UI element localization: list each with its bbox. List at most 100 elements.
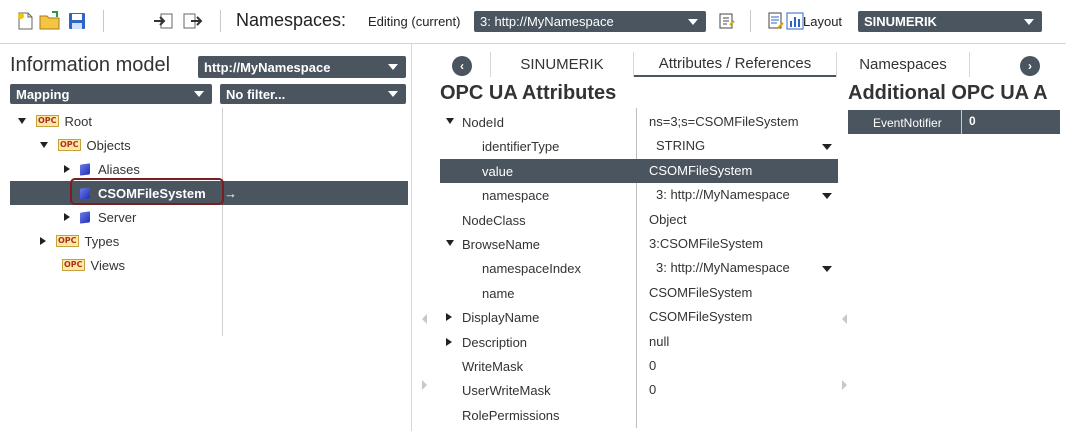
attribute-row[interactable]: RolePermissions xyxy=(440,403,838,427)
information-model-title: Information model xyxy=(10,54,171,76)
attribute-row[interactable]: Description null xyxy=(440,330,838,354)
collapse-triangle-icon[interactable] xyxy=(40,237,46,245)
tab-label: SINUMERIK xyxy=(520,56,604,73)
chevron-down-icon xyxy=(388,91,398,97)
tree-item-objects[interactable]: OPC Objects xyxy=(10,133,408,157)
attribute-value: CSOMFileSystem xyxy=(649,163,753,178)
collapse-triangle-icon[interactable] xyxy=(64,165,70,173)
attribute-row[interactable]: WriteMask 0 xyxy=(440,354,838,378)
selection-outline xyxy=(70,178,224,205)
tree-item-label: Root xyxy=(64,113,93,129)
attribute-row[interactable]: namespaceIndex 3: http://MyNamespace xyxy=(440,256,838,280)
layout-label[interactable]: Layout xyxy=(803,14,842,29)
open-folder-icon[interactable] xyxy=(37,8,63,34)
tree-item-label: Types xyxy=(84,233,120,249)
right-arrow-icon[interactable] xyxy=(422,380,427,390)
expand-triangle-icon[interactable] xyxy=(446,240,454,246)
attribute-value: 0 xyxy=(649,358,657,373)
opc-icon: OPC xyxy=(58,139,81,151)
tabs-next-button[interactable]: › xyxy=(1020,56,1040,76)
tab-namespaces[interactable]: Namespaces xyxy=(837,52,969,77)
opc-icon: OPC xyxy=(62,259,85,271)
attribute-name: identifierType xyxy=(482,139,560,154)
tab-label: Attributes / References xyxy=(658,55,812,72)
attribute-value: 3:CSOMFileSystem xyxy=(649,236,764,251)
collapse-triangle-icon[interactable] xyxy=(64,213,70,221)
namespace-select[interactable]: 3: http://MyNamespace xyxy=(474,11,706,32)
new-file-icon[interactable] xyxy=(12,8,38,34)
chevron-down-icon[interactable] xyxy=(822,193,832,199)
attribute-name: WriteMask xyxy=(462,359,524,374)
attribute-name: RolePermissions xyxy=(462,408,560,423)
mapping-select-value: Mapping xyxy=(16,86,70,102)
chevron-down-icon xyxy=(388,64,398,70)
attribute-value: 0 xyxy=(649,382,657,397)
expand-triangle-icon[interactable] xyxy=(446,118,454,124)
arrow-right-icon: → xyxy=(224,185,237,201)
edit-namespace-icon[interactable] xyxy=(714,8,740,34)
attribute-value: Object xyxy=(649,212,687,227)
tree-item-label: Views xyxy=(90,257,125,273)
attribute-name: NodeId xyxy=(462,115,504,130)
attribute-name: NodeClass xyxy=(462,213,526,228)
chevron-down-icon xyxy=(688,18,698,25)
tree-item-views[interactable]: OPC Views xyxy=(10,253,408,277)
tree-item-root[interactable]: OPC Root xyxy=(10,109,408,133)
right-arrow-icon[interactable] xyxy=(842,380,847,390)
cube-icon xyxy=(80,162,90,176)
tree-item-server[interactable]: Server xyxy=(10,205,408,229)
attribute-name: UserWriteMask xyxy=(462,383,551,398)
expand-triangle-icon[interactable] xyxy=(40,142,48,148)
tab-attributes-references[interactable]: Attributes / References xyxy=(634,52,836,77)
tree-item-label: Objects xyxy=(86,137,131,153)
save-icon[interactable] xyxy=(64,8,90,34)
expand-triangle-icon[interactable] xyxy=(18,118,26,124)
chevron-down-icon[interactable] xyxy=(822,144,832,150)
attribute-name: DisplayName xyxy=(462,310,540,325)
model-select[interactable]: http://MyNamespace xyxy=(198,56,406,78)
attribute-value[interactable]: 3: http://MyNamespace xyxy=(656,187,790,202)
attribute-row[interactable]: name CSOMFileSystem xyxy=(440,281,838,305)
tab-sinumerik[interactable]: SINUMERIK xyxy=(491,52,633,77)
attribute-row[interactable]: value CSOMFileSystem xyxy=(440,159,838,183)
attribute-value: CSOMFileSystem xyxy=(649,285,753,300)
attribute-value[interactable]: STRING xyxy=(656,138,705,153)
attribute-row[interactable]: NodeClass Object xyxy=(440,208,838,232)
attribute-row[interactable]: UserWriteMask 0 xyxy=(440,378,838,402)
tree-item-label: Server xyxy=(98,209,137,225)
toolbar: Namespaces: Editing (current) 3: http://… xyxy=(0,0,1066,44)
filter-select[interactable]: No filter... xyxy=(220,84,406,104)
tabs-prev-button[interactable]: ‹ xyxy=(452,56,472,76)
attribute-value: ns=3;s=CSOMFileSystem xyxy=(649,114,799,129)
additional-title: Additional OPC UA A xyxy=(848,82,1048,104)
attribute-value: CSOMFileSystem xyxy=(649,309,753,324)
tree-item-label: Aliases xyxy=(98,161,140,177)
attribute-name: BrowseName xyxy=(462,237,541,252)
editing-label: Editing (current) xyxy=(368,14,461,29)
attribute-row[interactable]: namespace 3: http://MyNamespace xyxy=(440,183,838,207)
mapping-select[interactable]: Mapping xyxy=(10,84,212,104)
opc-icon: OPC xyxy=(36,115,59,127)
attribute-row[interactable]: NodeId ns=3;s=CSOMFileSystem xyxy=(440,110,838,134)
project-select[interactable]: SINUMERIK xyxy=(858,11,1042,32)
export-icon[interactable] xyxy=(180,8,206,34)
attribute-row[interactable]: BrowseName 3:CSOMFileSystem xyxy=(440,232,838,256)
model-select-value: http://MyNamespace xyxy=(204,59,331,75)
tab-label: Namespaces xyxy=(859,56,947,73)
import-icon[interactable] xyxy=(150,8,176,34)
attribute-row[interactable]: DisplayName CSOMFileSystem xyxy=(440,305,838,329)
opc-icon: OPC xyxy=(56,235,79,247)
chevron-down-icon[interactable] xyxy=(822,266,832,272)
left-arrow-icon[interactable] xyxy=(842,314,847,324)
collapse-triangle-icon[interactable] xyxy=(446,338,452,346)
project-select-value: SINUMERIK xyxy=(864,14,937,29)
attribute-value: 0 xyxy=(969,114,976,128)
attribute-row[interactable]: identifierType STRING xyxy=(440,134,838,158)
attribute-name: value xyxy=(482,164,514,179)
tree-item-types[interactable]: OPC Types xyxy=(10,229,408,253)
chevron-down-icon xyxy=(1024,18,1034,25)
left-arrow-icon[interactable] xyxy=(422,314,427,324)
additional-row[interactable]: EventNotifier 0 xyxy=(848,110,1060,134)
attribute-value[interactable]: 3: http://MyNamespace xyxy=(656,260,790,275)
collapse-triangle-icon[interactable] xyxy=(446,313,452,321)
